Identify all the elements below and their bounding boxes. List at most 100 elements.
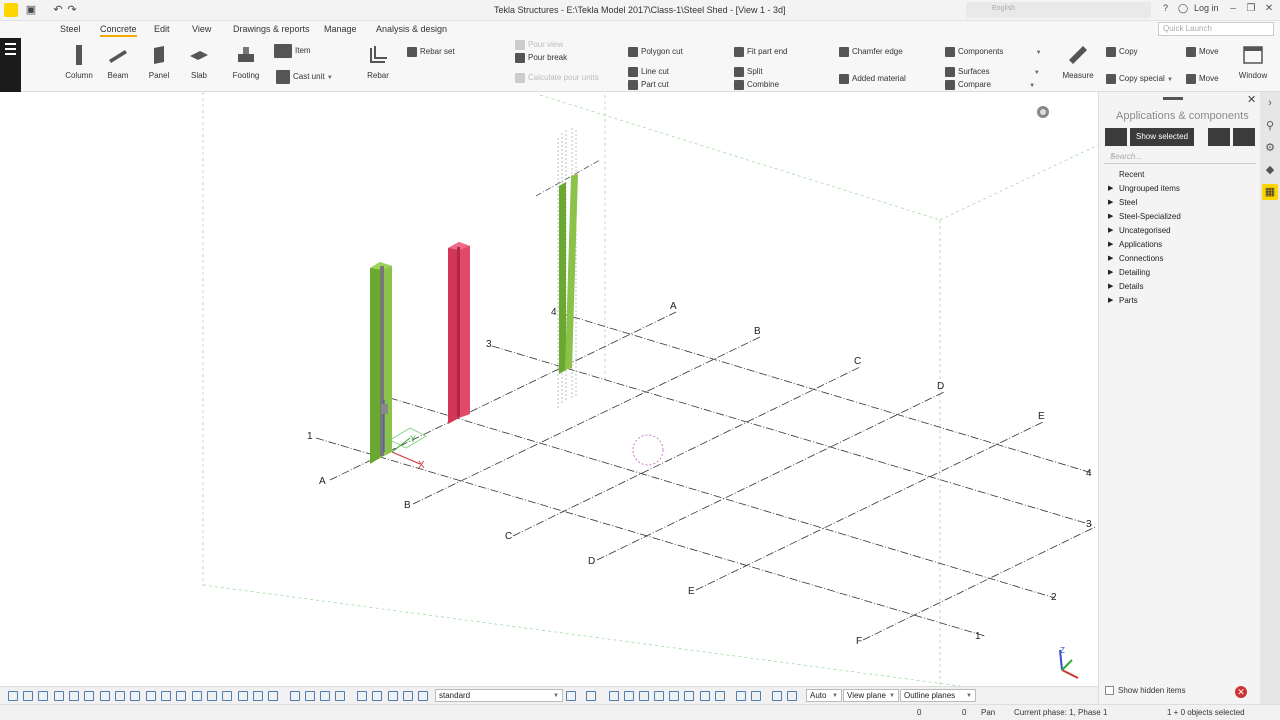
expand-arrow-icon[interactable]: ▶: [1108, 182, 1113, 196]
snap-end-icon[interactable]: [320, 691, 330, 701]
collapse-icon[interactable]: ›: [1262, 95, 1278, 111]
calculate-pour-units-button[interactable]: Calculate pour units: [515, 73, 599, 83]
view-plane-combo[interactable]: View plane ▼: [843, 689, 899, 702]
search-icon[interactable]: ⌕: [1110, 151, 1252, 161]
tree-item-detailing[interactable]: ▶ Detailing: [1099, 266, 1259, 280]
tree-item-applications[interactable]: ▶ Applications: [1099, 238, 1259, 252]
snap-cross-icon[interactable]: [669, 691, 679, 701]
snap-x-icon[interactable]: [700, 691, 710, 701]
select-points-icon[interactable]: [100, 691, 110, 701]
copy-special-dropdown-icon[interactable]: ▼: [1167, 77, 1173, 83]
catalog-icon[interactable]: ◆: [1262, 162, 1278, 178]
file-menu-bar[interactable]: [0, 38, 21, 92]
tab-edit[interactable]: Edit: [154, 24, 170, 34]
tab-steel[interactable]: Steel: [60, 24, 81, 34]
rebar-button[interactable]: Rebar: [364, 44, 392, 80]
tab-concrete[interactable]: Concrete: [100, 24, 137, 37]
fit-part-end-button[interactable]: Fit part end: [734, 47, 787, 57]
filter-combo[interactable]: standard ▼: [435, 689, 563, 702]
undo-icon[interactable]: ↶: [51, 3, 65, 17]
snap-triangle-icon[interactable]: [654, 691, 664, 701]
snap-circle-icon[interactable]: [639, 691, 649, 701]
snap-perp-icon[interactable]: [372, 691, 382, 701]
expand-arrow-icon[interactable]: ▶: [1108, 294, 1113, 308]
copy-special-button[interactable]: Copy special ▼: [1106, 74, 1173, 84]
components-button[interactable]: Components ▼: [945, 47, 1042, 57]
snap-ext-icon[interactable]: [388, 691, 398, 701]
snap-ref-icon[interactable]: [290, 691, 300, 701]
expand-arrow-icon[interactable]: ▶: [1108, 196, 1113, 210]
select-loads-icon[interactable]: [238, 691, 248, 701]
split-button[interactable]: Split: [734, 67, 763, 77]
list-view-button[interactable]: [1208, 128, 1230, 146]
tab-drawings-reports[interactable]: Drawings & reports: [233, 24, 310, 34]
select-parts-icon[interactable]: [23, 691, 33, 701]
select-surfaces-icon[interactable]: [192, 691, 202, 701]
filter-settings-icon[interactable]: [566, 691, 576, 701]
select-groups-icon[interactable]: [222, 691, 232, 701]
move-button[interactable]: Move: [1186, 47, 1219, 57]
chamfer-edge-button[interactable]: Chamfer edge: [839, 47, 903, 57]
tab-view[interactable]: View: [192, 24, 211, 34]
expand-arrow-icon[interactable]: ▶: [1108, 210, 1113, 224]
select-assemblies-icon[interactable]: [54, 691, 64, 701]
clear-icon[interactable]: ✕: [1235, 686, 1247, 698]
compare-dropdown-icon[interactable]: ▼: [1029, 83, 1035, 89]
beam-button[interactable]: Beam: [104, 44, 132, 80]
auto-combo[interactable]: Auto ▼: [806, 689, 842, 702]
measure-button[interactable]: Measure: [1061, 44, 1095, 80]
cast-unit-dropdown-icon[interactable]: ▼: [327, 75, 333, 81]
surfaces-button[interactable]: Surfaces ▼: [945, 67, 1040, 77]
tab-analysis-design[interactable]: Analysis & design: [376, 24, 447, 34]
panel-close-icon[interactable]: ✕: [1247, 93, 1256, 106]
expand-arrow-icon[interactable]: ▶: [1108, 224, 1113, 238]
move-special-button[interactable]: Move: [1186, 74, 1219, 84]
settings-icon[interactable]: ⚙: [1262, 140, 1278, 156]
select-planes-icon[interactable]: [161, 691, 171, 701]
part-cut-button[interactable]: Part cut: [628, 80, 669, 90]
snap-line-icon[interactable]: [684, 691, 694, 701]
copy-button[interactable]: Copy: [1106, 47, 1138, 57]
column-button[interactable]: Column: [64, 44, 94, 80]
model-view-3d[interactable]: A B C D E A B C D E F 1 2 3 4 4 3 2 1: [0, 92, 1098, 686]
pour-break-button[interactable]: Pour break: [515, 53, 567, 63]
show-selected-button[interactable]: Show selected: [1130, 128, 1194, 146]
grid-view-button[interactable]: [1105, 128, 1127, 146]
panel-search-input[interactable]: Search... ⌕: [1104, 150, 1256, 164]
cast-unit-button[interactable]: Cast unit ▼: [276, 70, 333, 84]
user-icon[interactable]: ◯: [1178, 3, 1188, 14]
select-all-icon[interactable]: [8, 691, 18, 701]
show-hidden-checkbox[interactable]: [1105, 686, 1114, 696]
select-mode-icon[interactable]: [586, 691, 596, 701]
snap-mid-icon[interactable]: [335, 691, 345, 701]
restore-icon[interactable]: ❐: [1244, 2, 1258, 16]
outline-planes-combo[interactable]: Outline planes ▼: [900, 689, 976, 702]
select-cuts-icon[interactable]: [146, 691, 156, 701]
panel-button[interactable]: Panel: [145, 44, 173, 80]
snap-grid-icon[interactable]: [772, 691, 782, 701]
select-connections-icon[interactable]: [268, 691, 278, 701]
steel-column-red[interactable]: [448, 242, 470, 424]
polygon-cut-button[interactable]: Polygon cut: [628, 47, 683, 57]
panel-drag-handle[interactable]: [1163, 97, 1183, 100]
expand-arrow-icon[interactable]: ▶: [1108, 238, 1113, 252]
help-icon[interactable]: ?: [1163, 3, 1168, 13]
steel-column-a4[interactable]: [557, 128, 578, 408]
expand-arrow-icon[interactable]: ▶: [1108, 280, 1113, 294]
components-dropdown-icon[interactable]: ▼: [1036, 50, 1042, 56]
tree-item-steel-specialized[interactable]: ▶ Steel-Specialized: [1099, 210, 1259, 224]
select-grids-icon[interactable]: [69, 691, 79, 701]
select-lines-icon[interactable]: [84, 691, 94, 701]
select-details-icon[interactable]: [253, 691, 263, 701]
snap-square-icon[interactable]: [624, 691, 634, 701]
snap-free-icon[interactable]: [787, 691, 797, 701]
redo-icon[interactable]: ↷: [65, 3, 79, 17]
close-icon[interactable]: ✕: [1262, 2, 1276, 16]
tree-item-parts[interactable]: ▶ Parts: [1099, 294, 1259, 308]
select-views-icon[interactable]: [207, 691, 217, 701]
added-material-button[interactable]: Added material: [839, 74, 906, 84]
tekla-logo-icon[interactable]: [4, 3, 18, 17]
link-icon[interactable]: ⚲: [1262, 118, 1278, 134]
surfaces-dropdown-icon[interactable]: ▼: [1034, 70, 1040, 76]
show-hidden-items-toggle[interactable]: Show hidden items: [1105, 686, 1186, 696]
